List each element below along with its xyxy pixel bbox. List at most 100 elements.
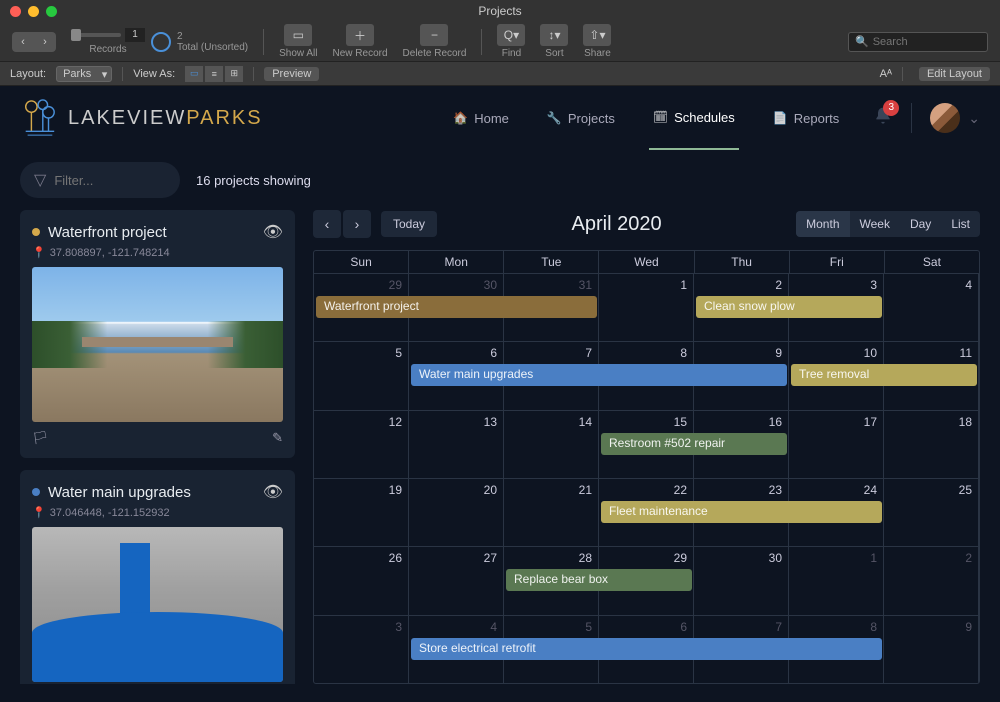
eye-icon[interactable]: 👁 [263,222,283,242]
view-list-button[interactable]: ≡ [205,66,223,82]
calendar-day[interactable]: 14 [504,411,599,478]
filter-box[interactable]: ▽ [20,162,180,198]
tab-schedules[interactable]: 🗓 Schedules [649,86,739,150]
calendar-event[interactable]: Store electrical retrofit [411,638,882,660]
card-action-left[interactable]: 🏳 [32,430,49,446]
view-month[interactable]: Month [796,211,849,237]
calendar-day[interactable]: 3 [314,616,409,683]
toolbar-search-input[interactable] [873,36,981,48]
records-current[interactable]: 1 [125,28,145,42]
project-sidebar: Waterfront project 👁 📍 37.808897, -121.7… [20,210,295,684]
calendar-day[interactable]: 13 [409,411,504,478]
calendar-day[interactable]: 25 [884,479,979,546]
card-image [32,527,283,682]
calendar-day[interactable]: 30 [694,547,789,614]
project-card[interactable]: Waterfront project 👁 📍 37.808897, -121.7… [20,210,295,458]
notifications-button[interactable]: 3 [873,106,893,131]
chevron-down-icon[interactable]: ⌄ [968,110,980,127]
calendar-day[interactable]: 21 [504,479,599,546]
delete-record-button[interactable]: − Delete Record [403,24,467,59]
logo-text: LAKEVIEWPARKS [68,107,263,130]
calendar-event[interactable]: Fleet maintenance [601,501,882,523]
date-number: 29 [320,278,402,292]
calendar-prev[interactable]: ‹ [313,210,341,238]
minus-icon: − [420,24,448,46]
date-number: 17 [795,415,877,429]
tab-projects[interactable]: 🔧 Projects [543,86,619,150]
window-minimize[interactable] [28,6,39,17]
calendar-day[interactable]: 19 [314,479,409,546]
sort-button[interactable]: ↕▾ Sort [540,24,568,59]
find-button[interactable]: Q▾ Find [497,24,525,59]
layout-select[interactable]: Parks [56,66,112,82]
today-button[interactable]: Today [381,211,437,237]
date-number: 24 [795,483,877,497]
tab-reports[interactable]: 📄 Reports [769,86,843,150]
calendar-day[interactable]: 27 [409,547,504,614]
calendar-event[interactable]: Restroom #502 repair [601,433,787,455]
share-button[interactable]: ⇧▾ Share [583,24,611,59]
calendar-week: 567891011Water main upgradesTree removal [314,341,979,409]
calendar-icon: 🗓 [653,110,668,124]
card-edit-icon[interactable]: ✎ [272,430,283,446]
date-number: 4 [415,620,497,634]
records-label: Records [89,44,126,55]
calendar-week: 3456789Store electrical retrofit [314,615,979,683]
calendar-event[interactable]: Replace bear box [506,569,692,591]
calendar-day[interactable]: 1 [789,547,884,614]
calendar-day[interactable]: 20 [409,479,504,546]
calendar-day[interactable]: 26 [314,547,409,614]
view-day[interactable]: Day [900,211,941,237]
toolbar-search[interactable]: 🔍 [848,32,988,52]
text-size-button[interactable]: Aᴬ [880,68,892,80]
calendar-next[interactable]: › [343,210,371,238]
window-maximize[interactable] [46,6,57,17]
window-close[interactable] [10,6,21,17]
new-record-button[interactable]: ＋ New Record [333,24,388,59]
calendar-day[interactable]: 18 [884,411,979,478]
app-content: LAKEVIEWPARKS 🏠 Home 🔧 Projects 🗓 Schedu… [0,86,1000,702]
user-avatar[interactable] [930,103,960,133]
project-card[interactable]: Water main upgrades 👁 📍 37.046448, -121.… [20,470,295,684]
calendar-day[interactable]: 1 [599,274,694,341]
view-list[interactable]: List [941,211,980,237]
calendar-day[interactable]: 12 [314,411,409,478]
date-number: 3 [795,278,877,292]
folder-icon: ▭ [284,24,312,46]
calendar-day[interactable]: 2 [884,547,979,614]
calendar-day[interactable]: 5 [314,342,409,409]
view-table-button[interactable]: ⊞ [225,66,243,82]
preview-button[interactable]: Preview [264,67,319,81]
records-slider[interactable] [71,33,121,37]
view-week[interactable]: Week [850,211,900,237]
nav-back[interactable]: ‹ [12,32,34,52]
day-header: Sun [314,251,409,273]
logo: LAKEVIEWPARKS [20,97,263,139]
date-number: 21 [510,483,592,497]
calendar-event[interactable]: Water main upgrades [411,364,787,386]
nav-forward[interactable]: › [34,32,56,52]
calendar-event[interactable]: Waterfront project [316,296,597,318]
records-pie-icon[interactable] [151,32,171,52]
calendar-grid: SunMonTueWedThuFriSat 2930311234Waterfro… [313,250,980,684]
calendar-day[interactable]: 9 [884,616,979,683]
nav-buttons: ‹ › [12,32,56,52]
document-icon: 📄 [773,111,788,125]
eye-icon[interactable]: 👁 [263,482,283,502]
date-number: 10 [795,346,877,360]
calendar-day[interactable]: 17 [789,411,884,478]
filter-input[interactable] [54,173,166,188]
view-form-button[interactable]: ▭ [185,66,203,82]
edit-layout-button[interactable]: Edit Layout [919,67,990,81]
date-number: 13 [415,415,497,429]
calendar-event[interactable]: Clean snow plow [696,296,882,318]
card-image [32,267,283,422]
calendar-day[interactable]: 4 [884,274,979,341]
day-header: Tue [504,251,599,273]
tab-home[interactable]: 🏠 Home [449,86,513,150]
show-all-button[interactable]: ▭ Show All [279,24,317,59]
share-icon: ⇧▾ [583,24,611,46]
pin-icon: 📍 [32,506,46,519]
calendar-event[interactable]: Tree removal [791,364,977,386]
plus-icon: ＋ [346,24,374,46]
